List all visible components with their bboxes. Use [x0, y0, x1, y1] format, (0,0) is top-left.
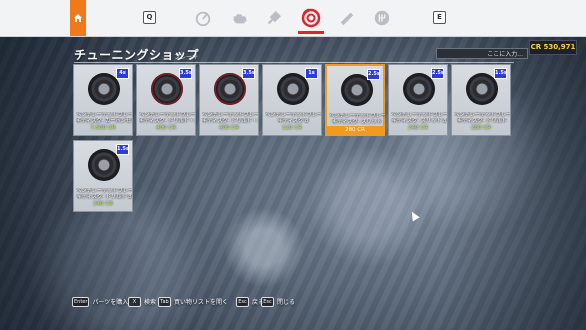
part-price: 120 CR — [282, 125, 302, 131]
hint-back[interactable]: Esc 戻る — [236, 296, 264, 307]
speedometer-icon — [195, 11, 211, 27]
part-name-2: キディスク- ドリルド・スロッテッド — [202, 118, 258, 124]
page-subtitle: ブレーキ — [174, 54, 199, 61]
next-category-key[interactable]: E — [433, 11, 446, 24]
category-brakes[interactable] — [300, 7, 322, 29]
part-price: 240 CR — [408, 125, 428, 131]
part-price: 400 CR — [156, 125, 176, 131]
part-price: 240 CR — [93, 201, 113, 207]
home-button[interactable] — [70, 0, 86, 36]
enter-key: Enter — [72, 296, 90, 307]
title-divider — [74, 62, 514, 63]
part-price: 400 CR — [219, 125, 239, 131]
engine-icon — [233, 14, 247, 24]
hint-label: 買い物リストを開く — [174, 299, 229, 306]
part-badge: 1.5s — [494, 68, 507, 79]
prev-category-key[interactable]: Q — [143, 11, 156, 24]
part-name-2: キディスク- ドリルド・スロッテッド — [139, 118, 195, 124]
exhaust-icon — [340, 12, 354, 26]
category-exhaust[interactable] — [336, 7, 358, 29]
hint-label: 閉じる — [277, 299, 296, 306]
part-badge: 2.5s — [367, 69, 380, 80]
gear-shift-icon — [374, 10, 390, 26]
home-icon — [74, 14, 82, 22]
category-gearbox[interactable] — [371, 7, 393, 29]
hint-label: 検索 — [144, 299, 157, 306]
part-card-selected[interactable]: 2.5s ベンチレーテッドブレー キディスク- スリット 280 CR — [325, 64, 385, 136]
part-name-2: キディスク- ドリルド — [457, 118, 507, 124]
part-name-2: キディスク 8 — [277, 118, 309, 124]
tab-key: Tab — [158, 296, 171, 307]
part-badge: 1.5s — [116, 144, 129, 155]
search-input[interactable]: ここに入力... — [436, 48, 528, 59]
active-category-indicator — [298, 31, 324, 34]
part-card[interactable]: 3.5s ベンチレーテッドブレー キディスク- ドリルド・スロッテッド 400 … — [136, 64, 196, 136]
category-speedometer[interactable] — [192, 7, 214, 29]
category-engine[interactable] — [229, 7, 251, 29]
hint-close[interactable]: Esc 閉じる — [261, 296, 296, 307]
part-card[interactable]: 2.5s ベンチレーテッドブレー キディスク- スリット 8 240 CR — [388, 64, 448, 136]
part-badge: 3.5s — [242, 68, 255, 79]
part-price: 280 CR — [471, 125, 491, 131]
hint-search[interactable]: X 検索 — [128, 296, 157, 307]
spark-plug-icon — [267, 11, 281, 25]
part-card[interactable]: 1.5s ベンチレーテッドブレー キディスク- ドリルド 280 CR — [451, 64, 511, 136]
category-spark-plug[interactable] — [263, 7, 285, 29]
x-key: X — [128, 296, 141, 307]
category-bar: Q E — [0, 0, 586, 37]
part-badge: 4s — [116, 68, 129, 79]
part-card[interactable]: 3.5s ベンチレーテッドブレー キディスク- ドリルド・スロッテッド 400 … — [199, 64, 259, 136]
part-card[interactable]: 1.5s ベンチレーテッドブレー キディスク- ドリルド 8 240 CR — [73, 140, 133, 212]
part-badge: 2.5s — [431, 68, 444, 79]
esc-key: Esc — [261, 296, 274, 307]
part-badge: 1s — [305, 68, 318, 79]
part-badge: 3.5s — [179, 68, 192, 79]
part-card[interactable]: 4s ベンチレーテッドブレー キディスク- カーボンセラミック 7,500 CR — [73, 64, 133, 136]
part-price: 7,500 CR — [90, 125, 116, 131]
part-price: 280 CR — [327, 126, 383, 134]
part-name-2: キディスク- ドリルド 8 — [76, 194, 132, 200]
part-name-2: キディスク- スリット 8 — [391, 118, 447, 124]
part-name-2: キディスク- スリット — [332, 119, 382, 125]
hint-shopping-list[interactable]: Tab 買い物リストを開く — [158, 296, 229, 307]
esc-key: Esc — [236, 296, 249, 307]
brake-disc-icon — [301, 8, 321, 28]
hint-buy-part[interactable]: Enter パーツを購入 — [72, 296, 129, 307]
part-card[interactable]: 1s ベンチレーテッドブレー キディスク 8 120 CR — [262, 64, 322, 136]
hint-label: パーツを購入 — [92, 299, 129, 306]
part-name-2: キディスク- カーボンセラミック — [76, 118, 132, 124]
credits-display: CR 530,971 — [529, 40, 577, 55]
